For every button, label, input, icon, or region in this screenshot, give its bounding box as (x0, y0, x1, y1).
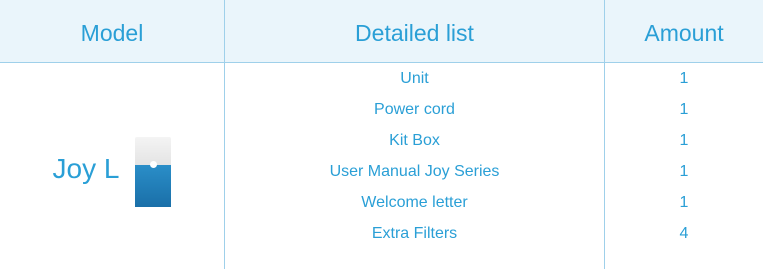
item-name: User Manual Joy Series (329, 163, 500, 180)
table-row: Welcome letter 1 (0, 187, 763, 218)
item-name: Power cord (374, 101, 455, 118)
item-name: Kit Box (389, 132, 440, 149)
table-row: Power cord 1 (0, 94, 763, 125)
header-detailed-list: Detailed list (355, 20, 474, 46)
table-row: Kit Box 1 (0, 125, 763, 156)
header-amount: Amount (644, 20, 724, 46)
item-amount: 1 (679, 163, 689, 180)
table-row: Unit 1 (0, 63, 763, 94)
item-amount: 1 (679, 194, 689, 211)
item-amount: 4 (679, 225, 689, 242)
table-row: Extra Filters 4 (0, 218, 763, 249)
item-amount: 1 (679, 70, 689, 87)
item-name: Unit (400, 70, 429, 87)
item-amount: 1 (679, 132, 689, 149)
package-contents-table: Model Detailed list Amount Joy L Unit 1 … (0, 0, 763, 269)
item-name: Extra Filters (371, 225, 458, 242)
item-amount: 1 (679, 101, 689, 118)
item-name: Welcome letter (361, 194, 468, 211)
table-row: User Manual Joy Series 1 (0, 156, 763, 187)
header-model: Model (80, 20, 144, 46)
table-header: Model Detailed list Amount (0, 0, 763, 62)
